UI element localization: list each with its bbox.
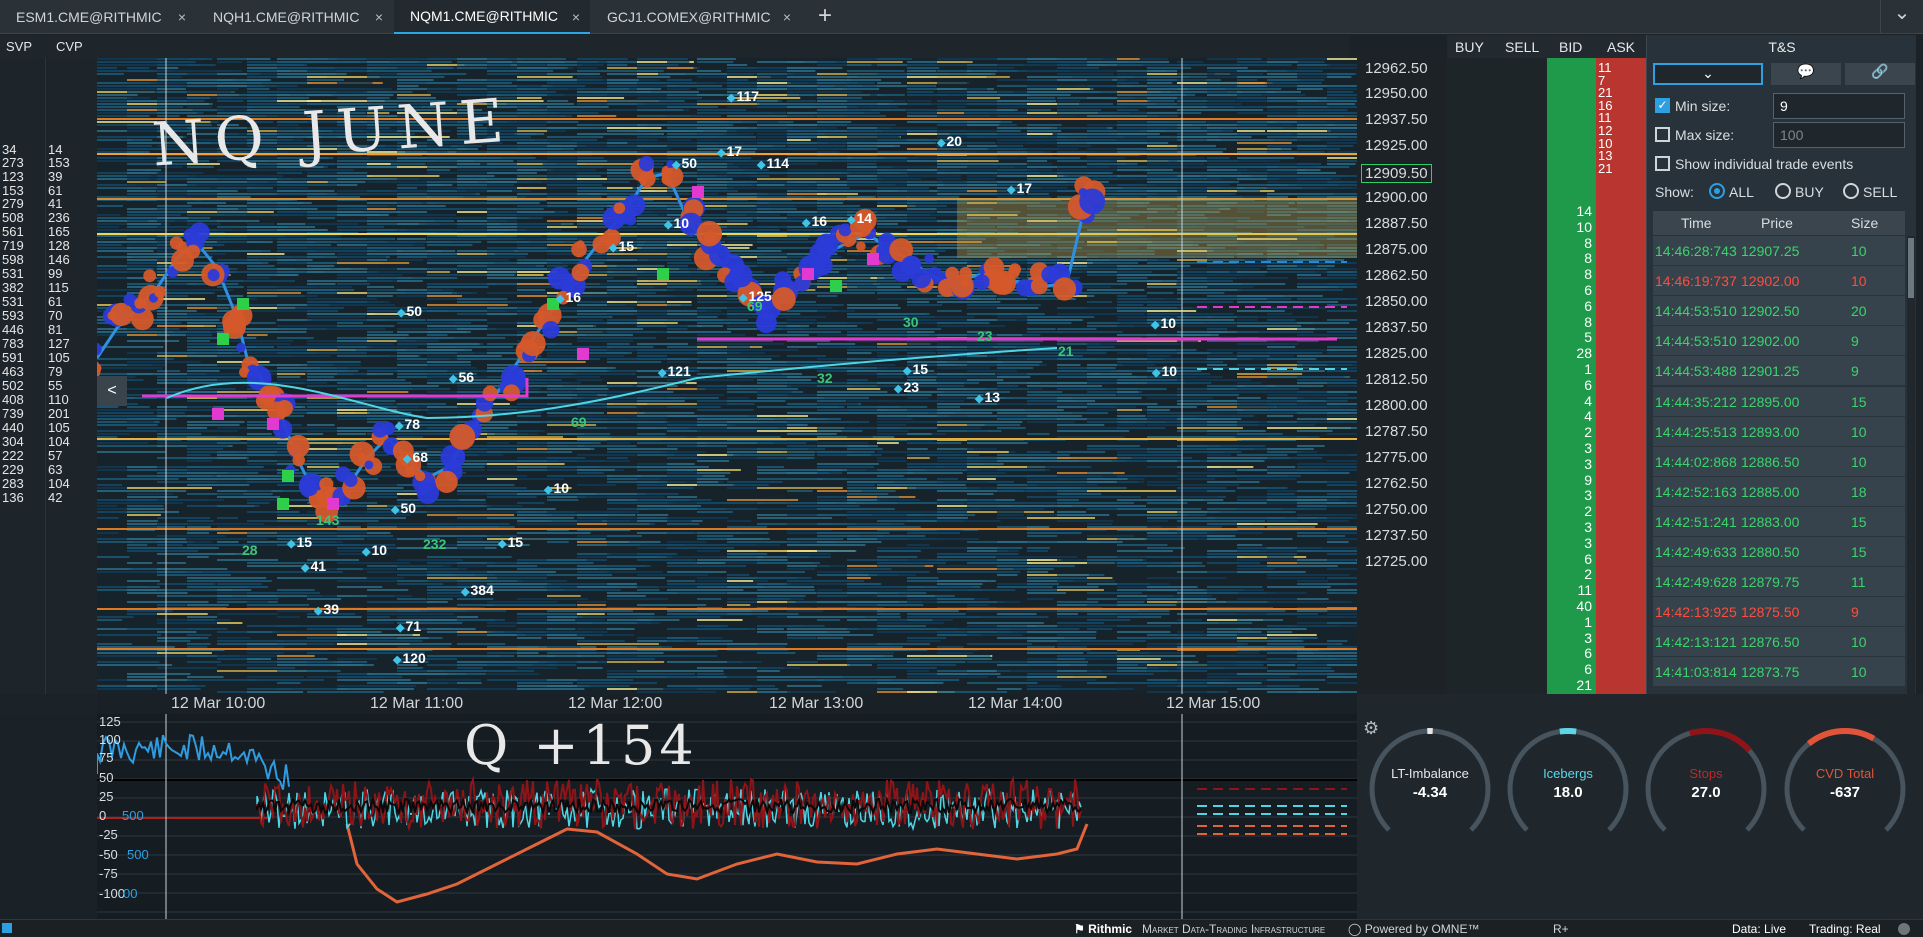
tab-gcj1[interactable]: GCJ1.COMEX@RITHMIC × [591,0,801,34]
chart-toolbar: SVP CVP [0,35,1350,59]
volume-right: 42 [48,490,63,505]
tab-nqm1[interactable]: NQM1.CME@RITHMIC × [394,0,590,34]
tab-label: ESM1.CME@RITHMIC [16,9,162,25]
close-icon[interactable]: × [375,9,383,25]
add-tab-button[interactable]: + [818,2,832,30]
close-icon[interactable]: × [783,9,791,25]
tab-bar: ESM1.CME@RITHMIC × NQH1.CME@RITHMIC × NQM1… [0,0,1923,34]
collapse-panel-button[interactable]: < [97,376,127,406]
close-icon[interactable]: × [178,9,186,25]
heatmap-chart[interactable]: ◆117 ◆50 ◆17 ◆114 ◆20 ◆17 ◆10 ◆16 ◆14 ◆15 ◆16 ◆50 ◆5… [97,58,1357,694]
svp-button[interactable]: SVP [6,39,32,54]
tab-label: NQM1.CME@RITHMIC [410,8,558,24]
volume-left: 136 [2,490,24,505]
cvp-button[interactable]: CVP [56,39,83,54]
tab-label: NQH1.CME@RITHMIC [213,9,360,25]
chevron-down-icon[interactable]: ⌄ [1880,0,1923,34]
close-icon[interactable]: × [572,9,580,25]
tab-esm1[interactable]: ESM1.CME@RITHMIC × [0,0,196,34]
volume-profile-columns: 34 14 273 153 123 39 153 61 279 41 508 236 561 165 719… [0,58,127,694]
tab-nqh1[interactable]: NQH1.CME@RITHMIC × [197,0,393,34]
tab-label: GCJ1.COMEX@RITHMIC [607,9,771,25]
